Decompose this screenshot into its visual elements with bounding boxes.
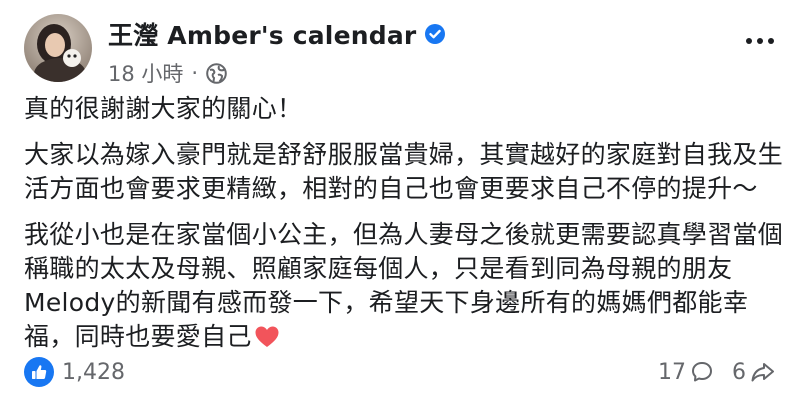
- reactions-count: 1,428: [62, 359, 125, 385]
- more-options-icon[interactable]: [746, 38, 774, 44]
- shares-count: 6: [732, 359, 746, 385]
- engagement-counts: 17 6: [640, 360, 776, 385]
- comments-count: 17: [658, 359, 686, 385]
- shares-link[interactable]: 6: [732, 360, 776, 385]
- avatar[interactable]: [24, 14, 92, 82]
- post-body: 真的很謝謝大家的關心！ 大家以為嫁入豪門就是舒舒服服當貴婦，其實越好的家庭對自我…: [24, 92, 784, 354]
- post-paragraph-text: 我從小也是在家當個小公主，但為人妻母之後就更需要認真學習當個稱職的太太及母親、照…: [24, 220, 784, 351]
- reactions-summary[interactable]: 1,428: [24, 357, 125, 387]
- comments-link[interactable]: 17: [658, 360, 714, 385]
- meta-separator: ·: [191, 61, 199, 85]
- verified-badge-icon: [424, 23, 446, 45]
- post-paragraph: 大家以為嫁入豪門就是舒舒服服當貴婦，其實越好的家庭對自我及生活方面也會要求更精緻…: [24, 140, 784, 203]
- globe-icon[interactable]: [206, 62, 227, 84]
- red-heart-emoji: [254, 324, 280, 348]
- post-header: 王瀅 Amber's calendar 18 小時 ·: [24, 14, 446, 88]
- facebook-post: 王瀅 Amber's calendar 18 小時 · 真的很謝謝大家的關心！ …: [0, 0, 800, 402]
- post-footer: 1,428 17 6: [24, 352, 776, 392]
- post-paragraph: 真的很謝謝大家的關心！: [24, 94, 303, 123]
- share-icon: [751, 363, 774, 382]
- like-thumb-icon: [24, 357, 54, 387]
- post-paragraph-last: 我從小也是在家當個小公主，但為人妻母之後就更需要認真學習當個稱職的太太及母親、照…: [24, 218, 784, 354]
- comment-icon: [692, 362, 712, 382]
- post-timestamp[interactable]: 18 小時: [108, 58, 183, 88]
- author-name[interactable]: 王瀅 Amber's calendar: [108, 16, 416, 52]
